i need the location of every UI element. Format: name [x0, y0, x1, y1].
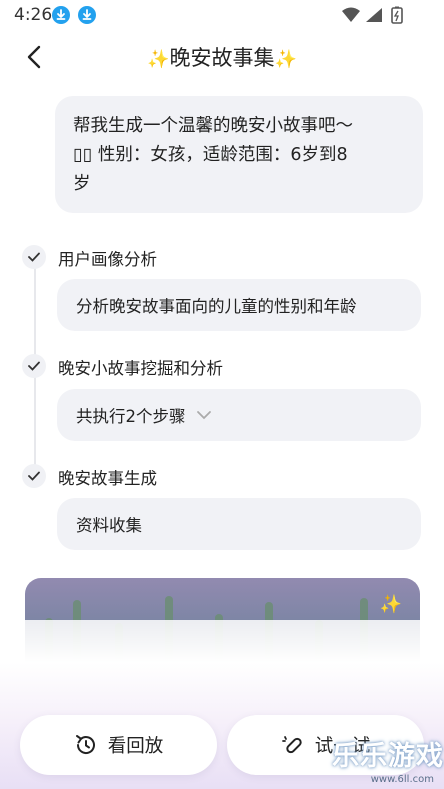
step-detail-card: 分析晚安故事面向的儿童的性别和年龄	[57, 279, 421, 331]
user-message-line: 帮我生成一个温馨的晚安小故事吧～	[73, 116, 353, 136]
replay-button-label: 看回放	[107, 736, 164, 757]
page-title: ✨晚安故事集✨	[0, 42, 444, 72]
step-check-icon	[22, 354, 46, 378]
replay-button[interactable]: 看回放	[20, 715, 217, 775]
history-icon	[75, 735, 95, 754]
sparkle-icon: ✨	[147, 49, 170, 70]
step-title: 用户画像分析	[58, 250, 157, 269]
magic-wand-icon	[281, 736, 302, 754]
battery-icon	[391, 6, 403, 24]
sparkle-icon: ✨	[379, 594, 402, 615]
sparkle-icon: ✨	[274, 49, 297, 70]
step-title: 晚安小故事挖掘和分析	[58, 359, 223, 378]
page-header: ✨晚安故事集✨	[0, 30, 444, 84]
user-message-line: 岁	[73, 174, 91, 194]
step-check-icon	[22, 245, 46, 269]
chevron-down-icon	[196, 411, 211, 420]
wifi-icon	[342, 7, 360, 22]
status-icons	[340, 6, 414, 28]
steps-expand-toggle[interactable]: 共执行2个步骤	[57, 389, 421, 441]
download-notification-icon	[52, 6, 70, 24]
status-time: 4:26	[14, 5, 53, 25]
step-detail-text: 共执行2个步骤	[76, 407, 186, 426]
step-detail-card: 资料收集	[57, 498, 421, 550]
status-bar: 4:26	[0, 0, 444, 30]
step-detail-text: 分析晚安故事面向的儿童的性别和年龄	[76, 297, 357, 316]
page-title-text: 晚安故事集	[169, 46, 275, 70]
signal-icon	[366, 8, 382, 22]
watermark-url: www.6ll.com	[370, 774, 434, 785]
step-title: 晚安故事生成	[58, 469, 157, 488]
download-notification-icon	[78, 6, 96, 24]
user-message-bubble: 帮我生成一个温馨的晚安小故事吧～ ▯▯ 性别：女孩，适龄范围：6岁到8 岁	[55, 96, 423, 213]
watermark-logo: 乐乐游戏	[332, 741, 444, 772]
step-detail-text: 资料收集	[76, 516, 142, 535]
user-message-line: ▯▯ 性别：女孩，适龄范围：6岁到8	[73, 145, 348, 165]
step-check-icon	[22, 464, 46, 488]
